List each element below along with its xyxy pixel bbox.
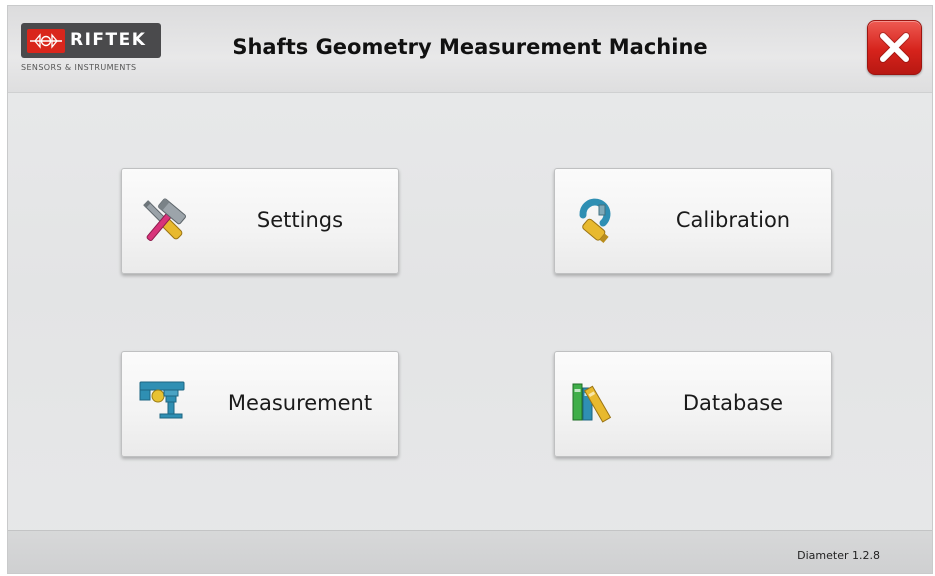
settings-label: Settings [256, 208, 344, 232]
micrometer-icon [579, 198, 611, 243]
tools-icon [143, 198, 186, 241]
calibration-button[interactable]: Calibration [554, 168, 832, 274]
app-window: RIFTEK SENSORS & INSTRUMENTS Shafts Geom… [7, 5, 933, 574]
settings-button[interactable]: Settings [121, 168, 399, 274]
measurement-button[interactable]: Measurement [121, 351, 399, 457]
close-x-icon [879, 32, 910, 63]
logo-brand-text: RIFTEK [70, 30, 147, 50]
header-bar: RIFTEK SENSORS & INSTRUMENTS Shafts Geom… [8, 6, 932, 93]
caliper-icon [139, 381, 185, 419]
status-bar: Diameter 1.2.8 [8, 530, 932, 573]
logo-mark-icon [27, 29, 65, 53]
calibration-label: Calibration [675, 208, 791, 232]
page-title: Shafts Geometry Measurement Machine [232, 35, 708, 59]
close-button[interactable] [867, 20, 922, 75]
riftek-logo: RIFTEK SENSORS & INSTRUMENTS [21, 23, 163, 75]
measurement-label: Measurement [227, 391, 373, 415]
database-button[interactable]: Database [554, 351, 832, 457]
version-label: Diameter 1.2.8 [797, 549, 880, 562]
books-icon [572, 383, 612, 423]
logo-tagline: SENSORS & INSTRUMENTS [21, 63, 137, 72]
database-label: Database [682, 391, 784, 415]
